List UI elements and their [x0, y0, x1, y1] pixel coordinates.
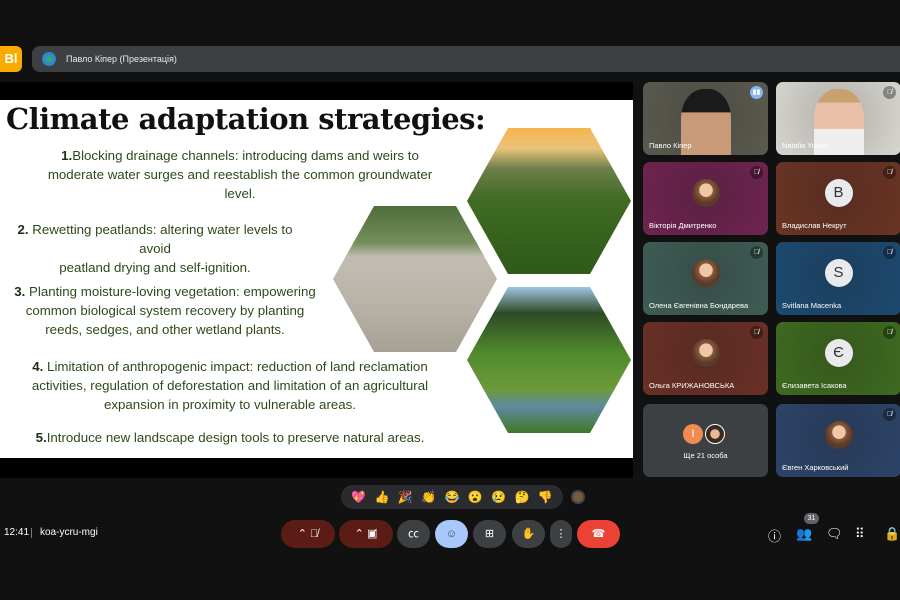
point-3: 3. Planting moisture-loving vegetation: … [14, 284, 316, 337]
presentation-stage: Climate adaptation strategies: 1.Blockin… [0, 82, 633, 478]
reaction-emoji[interactable]: 👎 [538, 490, 553, 504]
captions-icon: ㏄ [408, 528, 419, 540]
camera-button[interactable]: ⌃ ▣̸ [339, 520, 393, 548]
participant-tile[interactable]: 🎙̸ Ольга КРИЖАНОВСЬКА [643, 322, 768, 395]
reaction-emoji[interactable]: 😂 [445, 490, 460, 504]
presenter-avatar-icon [42, 52, 56, 66]
reaction-emoji[interactable]: 💖 [351, 490, 366, 504]
mic-off-icon: 🎙̸ [883, 326, 896, 339]
host-controls-icon[interactable]: 🔒 [884, 526, 900, 542]
present-button[interactable]: ⊞ [473, 520, 506, 548]
others-label: Ще 21 особа [683, 451, 728, 460]
participant-tile[interactable]: Є 🎙̸ Єлизавета Ісакова [776, 322, 900, 395]
participant-tile[interactable]: 🎙̸ Natalia Yuhan [776, 82, 900, 155]
activities-icon[interactable]: ⠿ [855, 526, 865, 542]
divider [31, 528, 32, 538]
hang-up-icon: ☎ [591, 528, 606, 540]
presenter-banner[interactable]: Павло Кіпер (Презентація) [32, 46, 900, 72]
participant-tile[interactable]: ▮▮ Павло Кіпер [643, 82, 768, 155]
mic-button[interactable]: ⌃ 🎙̸ [281, 520, 335, 548]
participant-name: Svitlana Macenka [782, 301, 842, 310]
participant-name: Natalia Yuhan [782, 141, 829, 150]
participant-avatar: Є [824, 338, 853, 367]
participant-tile[interactable]: S 🎙̸ Svitlana Macenka [776, 242, 900, 315]
info-icon[interactable]: ⓘ [768, 526, 781, 545]
mic-off-icon: 🎙̸ [883, 86, 896, 99]
mic-off-icon: 🎙̸ [750, 326, 763, 339]
other-avatar-photo [705, 424, 725, 444]
reaction-emoji[interactable]: 😢 [491, 490, 506, 504]
participant-name: Ольга КРИЖАНОВСЬКА [649, 381, 735, 390]
raise-hand-button[interactable]: ✋ [512, 520, 545, 548]
present-icon: ⊞ [484, 528, 495, 540]
mic-off-icon: 🎙̸ [883, 166, 896, 179]
participant-tile[interactable]: 🎙̸ Євген Харковський [776, 404, 900, 477]
reaction-emoji[interactable]: 🤔 [514, 490, 529, 504]
skin-tone-button[interactable] [571, 490, 585, 504]
participant-avatar-photo [824, 420, 853, 449]
more-vert-icon: ⋮ [555, 528, 567, 540]
reactions-button[interactable]: ☺ [435, 520, 468, 548]
participant-name: Єлизавета Ісакова [782, 381, 847, 390]
dry-cracked-peatland-image [333, 206, 497, 352]
bottom-bar: 12:41 koa-ycru-mgi ⌃ 🎙̸ ⌃ ▣̸ ㏄ ☺ ⊞ ✋ ⋮ ☎… [0, 518, 900, 548]
slide-title: Climate adaptation strategies: [6, 102, 486, 136]
sunset-wetland-image [467, 128, 631, 274]
participant-tile[interactable]: 🎙̸ Олена Євгенівна Бондарева [643, 242, 768, 315]
reaction-emoji[interactable]: 🎉 [398, 490, 413, 504]
reactions-bar: 💖 👍 🎉 👏 😂 😮 😢 🤔 👎 [341, 485, 563, 509]
camera-off-icon: ▣̸ [366, 528, 378, 540]
participant-avatar-photo [691, 178, 720, 207]
participant-avatar-photo [691, 338, 720, 367]
chat-icon[interactable]: 🗨 [826, 526, 843, 542]
mic-off-icon: 🎙̸ [883, 246, 896, 259]
others-tile[interactable]: I Ще 21 особа [643, 404, 768, 477]
other-avatar: I [683, 424, 703, 444]
reaction-emoji[interactable]: 😮 [468, 490, 483, 504]
participant-count-badge: 31 [804, 513, 819, 524]
participant-tile[interactable]: 🎙̸ Вікторія Дмитренко [643, 162, 768, 235]
wetland-pond-image [467, 287, 631, 433]
leave-call-button[interactable]: ☎ [577, 520, 620, 548]
slide: Climate adaptation strategies: 1.Blockin… [0, 100, 633, 458]
mic-off-icon: 🎙̸ [310, 528, 319, 540]
participant-name: Олена Євгенівна Бондарева [649, 301, 749, 310]
meeting-code: koa-ycru-mgi [40, 527, 98, 538]
emoji-icon: ☺ [445, 528, 458, 540]
point-4: 4. Limitation of anthropogenic impact: r… [31, 359, 429, 412]
chevron-up-icon[interactable]: ⌃ [298, 528, 310, 540]
participant-name: Євген Харковський [782, 463, 849, 472]
participant-name: Павло Кіпер [649, 141, 692, 150]
point-1: 1.Blocking drainage channels: introducin… [47, 148, 433, 201]
clock: 12:41 [4, 527, 30, 538]
people-icon[interactable]: 👥 [796, 526, 812, 542]
speaking-icon: ▮▮ [750, 86, 763, 99]
top-bar: Bl Павло Кіпер (Презентація) [0, 46, 900, 72]
participant-avatar: B [824, 178, 853, 207]
mic-off-icon: 🎙̸ [883, 408, 896, 421]
app-logo: Bl [0, 46, 22, 72]
hand-icon: ✋ [521, 528, 536, 540]
participant-name: Владислав Некрут [782, 221, 847, 230]
participant-avatar-photo [691, 258, 720, 287]
reaction-emoji[interactable]: 👍 [375, 490, 390, 504]
point-5: 5.Introduce new landscape design tools t… [35, 430, 425, 445]
reaction-emoji[interactable]: 👏 [421, 490, 436, 504]
point-2: 2. Rewetting peatlands: altering water l… [17, 222, 293, 275]
presenter-label: Павло Кіпер (Презентація) [66, 54, 177, 64]
participant-tile[interactable]: B 🎙̸ Владислав Некрут [776, 162, 900, 235]
more-options-button[interactable]: ⋮ [550, 520, 572, 548]
captions-button[interactable]: ㏄ [397, 520, 430, 548]
participant-name: Вікторія Дмитренко [649, 221, 717, 230]
chevron-up-icon[interactable]: ⌃ [355, 528, 367, 540]
mic-off-icon: 🎙̸ [750, 246, 763, 259]
mic-off-icon: 🎙̸ [750, 166, 763, 179]
participant-avatar: S [824, 258, 853, 287]
